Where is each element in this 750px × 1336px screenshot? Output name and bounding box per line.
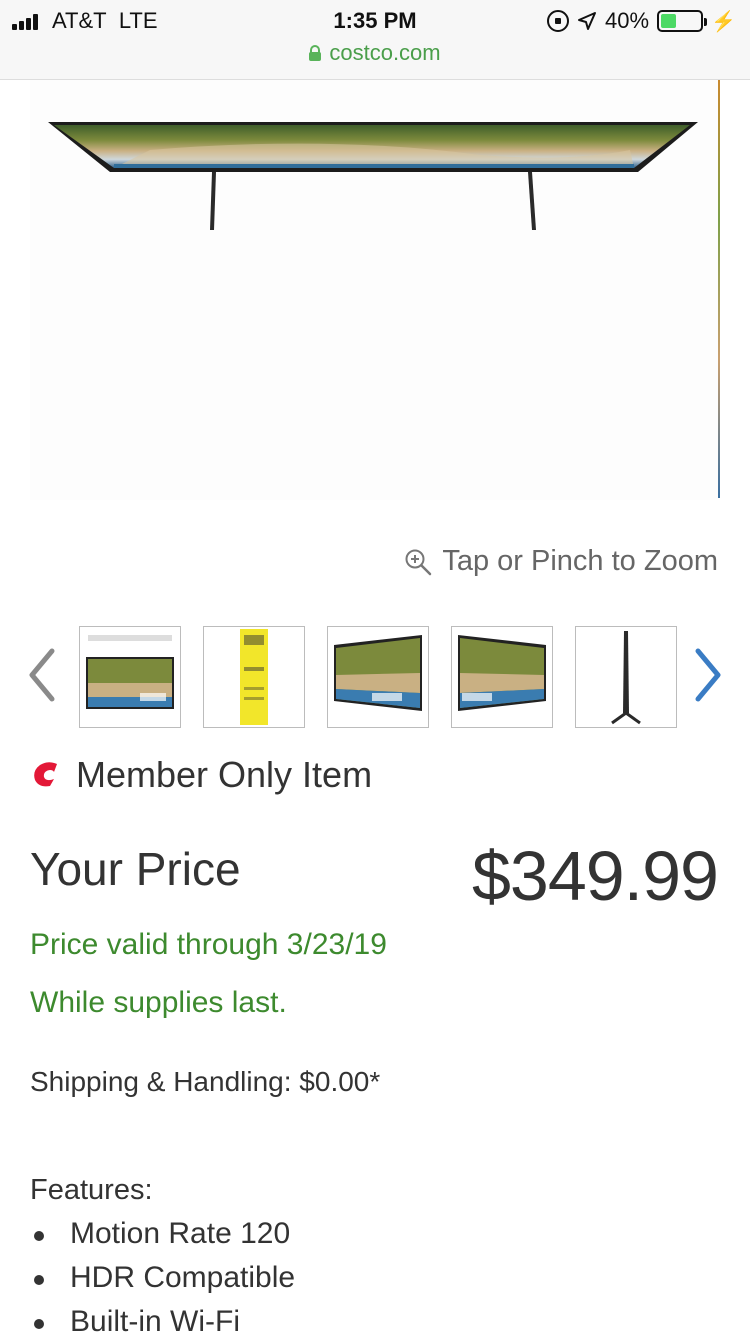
next-image-edge — [718, 80, 720, 498]
url-text: costco.com — [329, 40, 441, 65]
padlock-icon — [309, 45, 322, 61]
thumbnail-2[interactable] — [203, 626, 305, 728]
battery-fill — [661, 14, 677, 28]
member-only-text: Member Only Item — [76, 754, 373, 795]
thumbnail-4[interactable] — [451, 626, 553, 728]
supplies-text: While supplies last. — [30, 986, 287, 1019]
status-icons: 40% ⚡ — [547, 8, 736, 34]
price-label: Your Price — [30, 843, 241, 895]
tv-side-thumb — [611, 631, 641, 725]
thumbnail-5[interactable] — [575, 626, 677, 728]
thumbnail-carousel — [0, 625, 750, 729]
battery-icon — [657, 10, 708, 32]
tv-front-thumb — [86, 635, 174, 709]
zoom-in-icon — [405, 549, 432, 575]
chevron-right-icon[interactable] — [688, 643, 728, 707]
product-image[interactable] — [30, 80, 720, 500]
member-only-badge: Member Only Item — [30, 752, 372, 798]
feature-item: HDR Compatible — [30, 1258, 295, 1302]
thumbnail-3[interactable] — [327, 626, 429, 728]
address-bar[interactable]: costco.com — [0, 40, 750, 66]
shipping-text: Shipping & Handling: $0.00* — [30, 1066, 381, 1097]
tv-illustration — [48, 122, 698, 230]
features-title: Features: — [30, 1174, 153, 1206]
tv-angled-left-thumb — [334, 635, 422, 711]
rotation-lock-icon — [547, 10, 570, 32]
thumbnail-1[interactable] — [79, 626, 181, 728]
chevron-left-icon[interactable] — [22, 643, 62, 707]
tv-angled-right-thumb — [458, 635, 546, 711]
status-bar: AT&T LTE 1:35 PM 40% ⚡ — [0, 6, 750, 36]
zoom-hint: Tap or Pinch to Zoom — [404, 545, 718, 578]
browser-chrome: AT&T LTE 1:35 PM 40% ⚡ costco.com — [0, 0, 750, 80]
price-valid-text: Price valid through 3/23/19 — [30, 928, 387, 961]
price-value: $349.99 — [471, 837, 719, 915]
feature-item: Motion Rate 120 — [30, 1214, 295, 1258]
energy-guide-thumb — [240, 629, 268, 725]
costco-c-icon — [34, 762, 57, 787]
zoom-hint-text: Tap or Pinch to Zoom — [442, 545, 718, 577]
charging-bolt-icon: ⚡ — [711, 10, 736, 33]
battery-percent: 40% — [605, 8, 650, 33]
features-list: Motion Rate 120 HDR Compatible Built-in … — [30, 1214, 295, 1336]
location-icon — [577, 11, 597, 31]
feature-item: Built-in Wi-Fi — [30, 1302, 295, 1336]
